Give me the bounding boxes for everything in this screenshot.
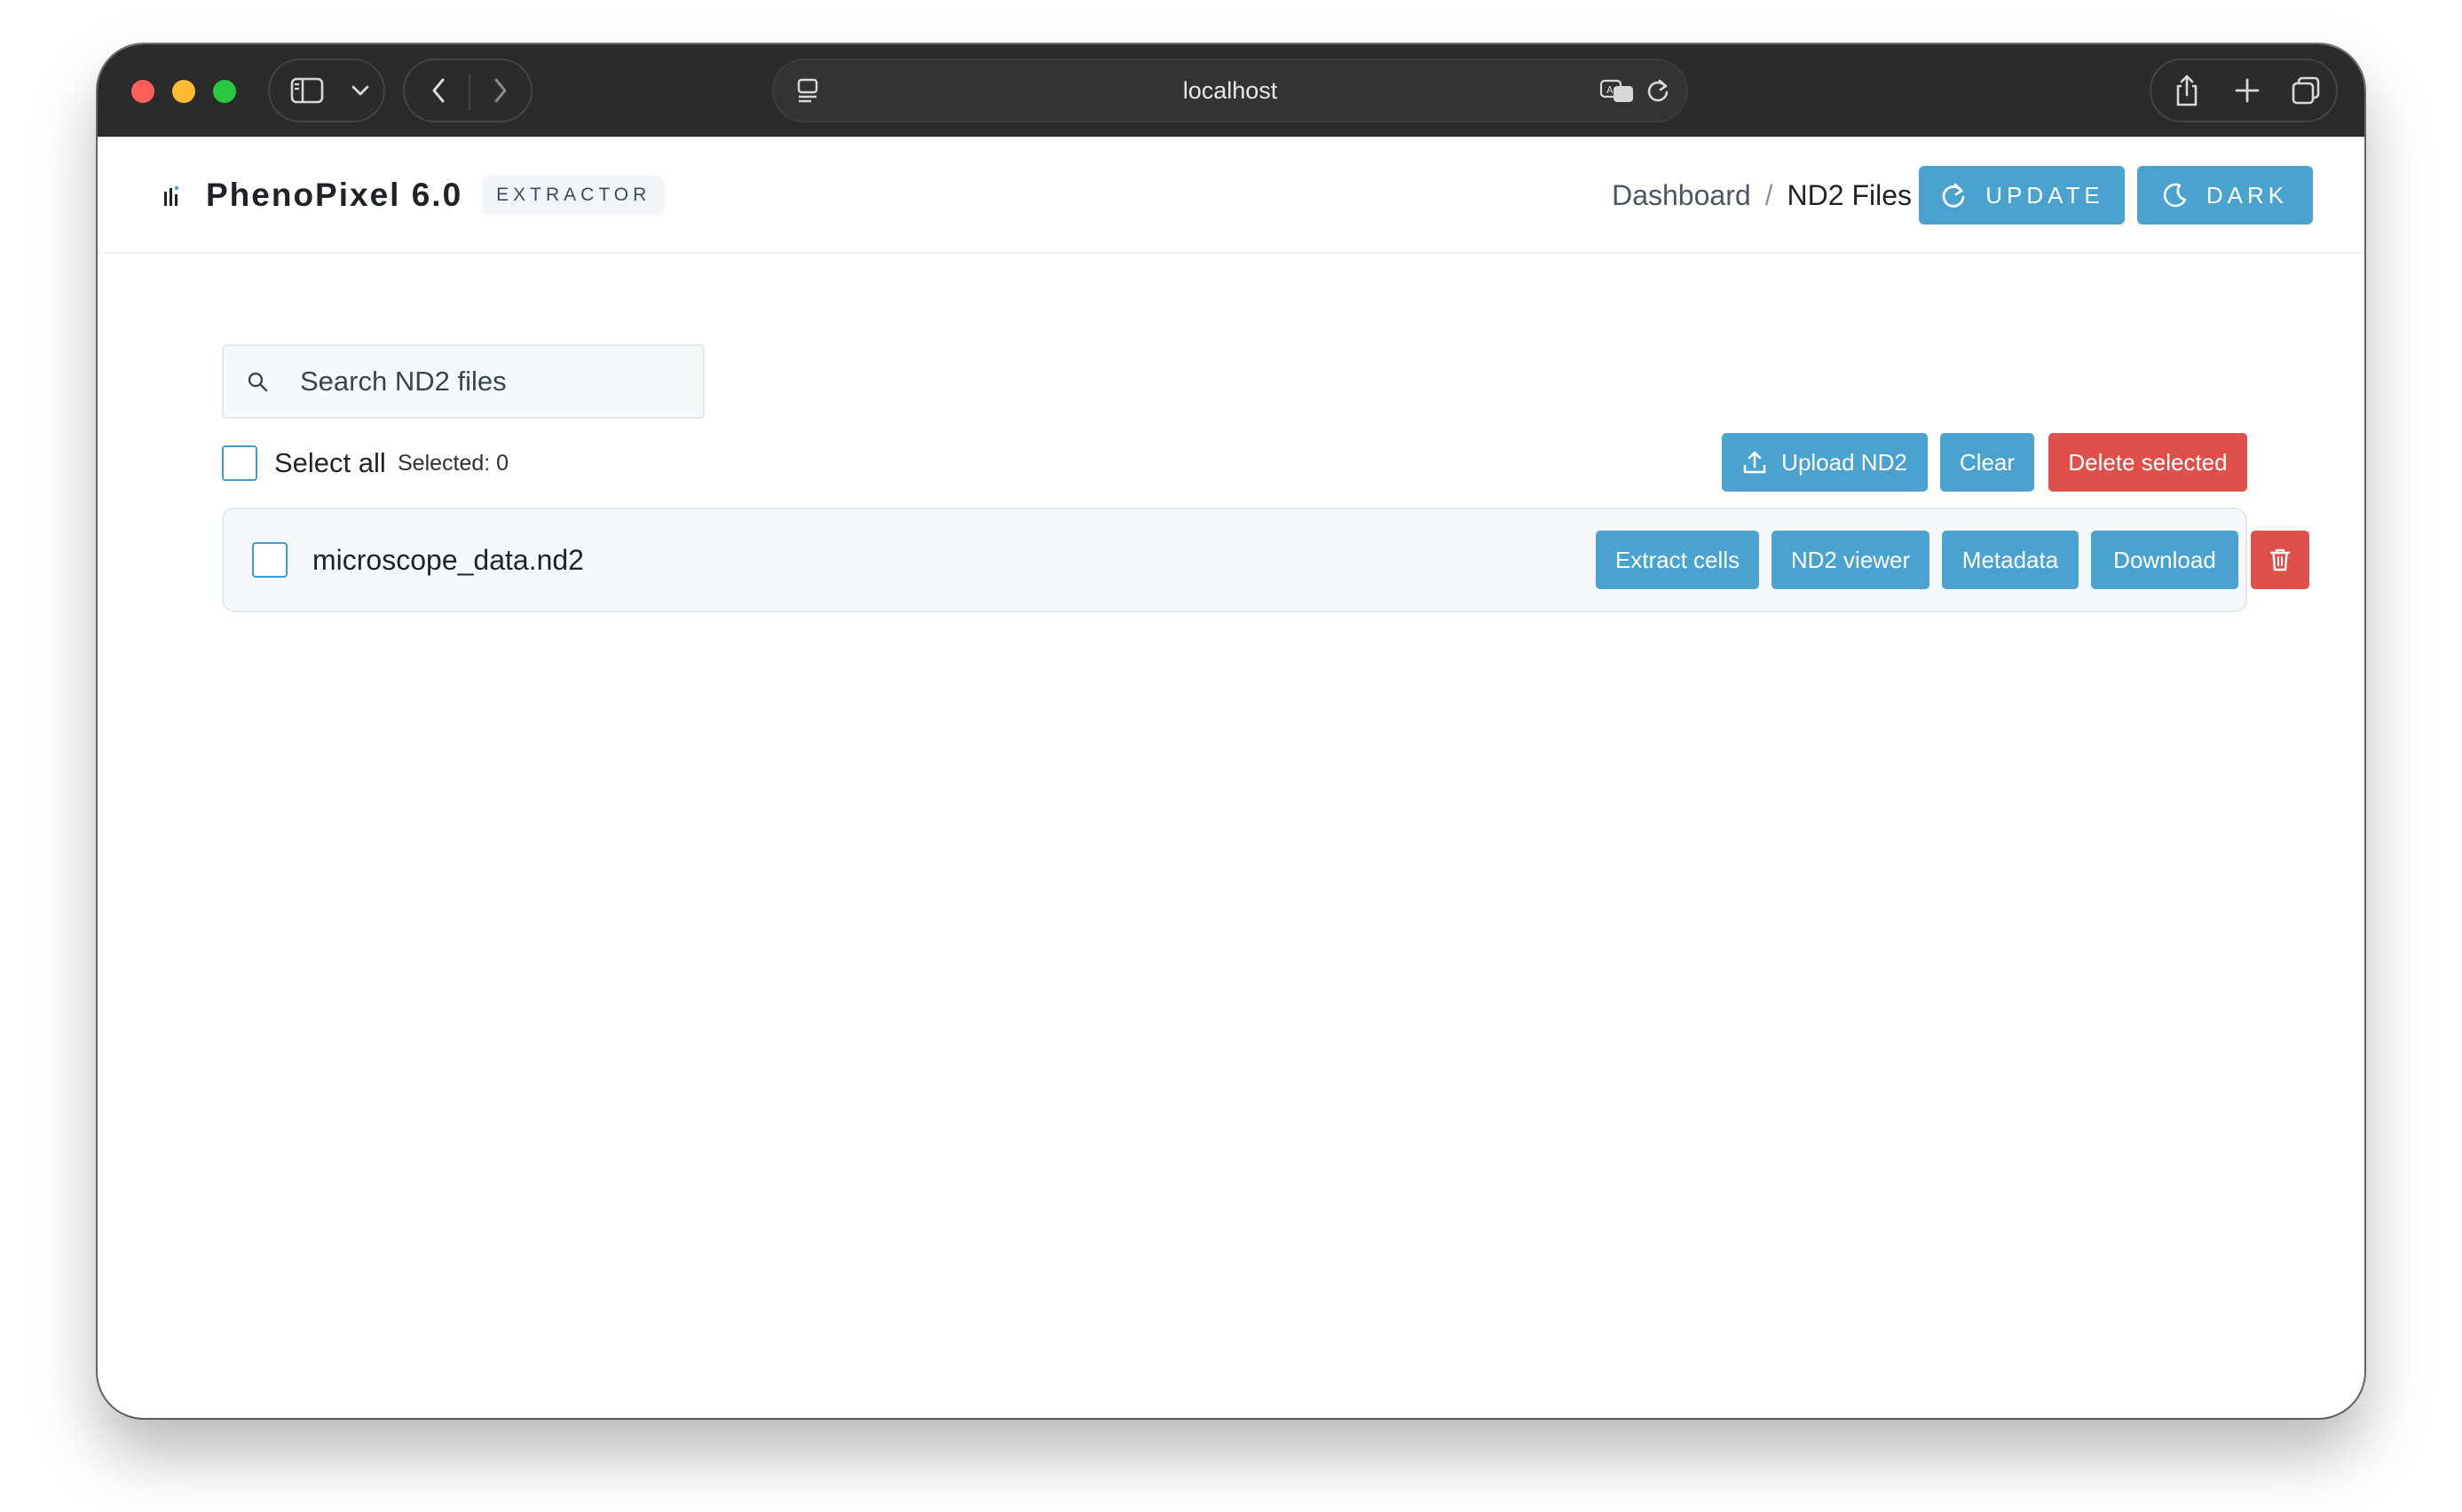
address-bar[interactable]: localhost A (772, 59, 1688, 122)
mode-badge: EXTRACTOR (482, 175, 666, 216)
navigation-group (403, 59, 533, 122)
refresh-icon (1942, 183, 1965, 208)
file-name[interactable]: microscope_data.nd2 (312, 509, 584, 610)
upload-label: Upload ND2 (1781, 448, 1907, 476)
delete-selected-label: Delete selected (2068, 448, 2228, 476)
close-window-button[interactable] (131, 80, 154, 103)
select-all-checkbox[interactable] (222, 445, 257, 481)
file-checkbox[interactable] (252, 542, 288, 578)
nd2-viewer-label: ND2 viewer (1790, 546, 1911, 573)
tab-overview-icon[interactable] (2281, 60, 2331, 121)
app-title: PhenoPixel 6.0 (206, 177, 463, 213)
clear-label: Clear (1959, 448, 2016, 476)
extract-cells-button[interactable]: Extract cells (1596, 531, 1759, 589)
search-icon (248, 372, 268, 392)
search-box (222, 344, 705, 419)
share-icon[interactable] (2162, 60, 2212, 121)
trash-icon (2269, 548, 2291, 571)
metadata-label: Metadata (1961, 546, 2059, 573)
chevron-down-icon[interactable] (343, 60, 378, 121)
nd2-viewer-button[interactable]: ND2 viewer (1772, 531, 1929, 589)
search-input[interactable] (298, 346, 689, 417)
upload-nd2-button[interactable]: Upload ND2 (1722, 433, 1928, 492)
browser-window: localhost A PhenoPixel 6.0 EXTRACTOR Das… (98, 44, 2364, 1418)
download-button[interactable]: Download (2091, 531, 2238, 589)
moon-icon (2163, 183, 2187, 208)
breadcrumb: Dashboard / ND2 Files (1612, 137, 1912, 254)
dark-label: DARK (2206, 181, 2289, 209)
forward-arrow-icon[interactable] (479, 60, 522, 121)
nav-divider (469, 75, 470, 110)
url-text[interactable]: localhost (774, 60, 1686, 121)
back-arrow-icon[interactable] (417, 60, 460, 121)
select-all-label[interactable]: Select all (274, 444, 386, 483)
sidebar-icon[interactable] (286, 60, 328, 121)
brand[interactable]: PhenoPixel 6.0 EXTRACTOR (163, 137, 666, 254)
zoom-window-button[interactable] (213, 80, 236, 103)
breadcrumb-current: ND2 Files (1787, 178, 1912, 211)
breadcrumb-separator: / (1764, 178, 1773, 211)
sidebar-toggle-group (268, 59, 385, 122)
minimize-window-button[interactable] (172, 80, 195, 103)
file-row: microscope_data.nd2 Extract cells ND2 vi… (222, 508, 2309, 612)
app-header: PhenoPixel 6.0 EXTRACTOR Dashboard / ND2… (98, 137, 2364, 254)
selected-count: Selected: 0 (398, 451, 509, 476)
extract-cells-label: Extract cells (1614, 546, 1740, 573)
update-label: UPDATE (1985, 181, 2104, 209)
breadcrumb-dashboard-link[interactable]: Dashboard (1612, 179, 1751, 212)
update-button[interactable]: UPDATE (1919, 166, 2125, 224)
window-actions-group (2150, 59, 2338, 122)
dark-mode-button[interactable]: DARK (2137, 166, 2313, 224)
upload-icon (1743, 451, 1766, 474)
translate-icon[interactable]: A (1598, 60, 1637, 121)
delete-selected-button[interactable]: Delete selected (2048, 433, 2247, 492)
browser-toolbar: localhost A (98, 44, 2364, 137)
metadata-button[interactable]: Metadata (1942, 531, 2079, 589)
logo-icon (164, 185, 179, 206)
new-tab-icon[interactable] (2222, 60, 2272, 121)
reload-icon[interactable] (1640, 60, 1676, 121)
delete-file-button[interactable] (2251, 531, 2309, 589)
clear-button[interactable]: Clear (1940, 433, 2034, 492)
svg-text:A: A (1606, 84, 1614, 96)
download-label: Download (2113, 546, 2216, 573)
